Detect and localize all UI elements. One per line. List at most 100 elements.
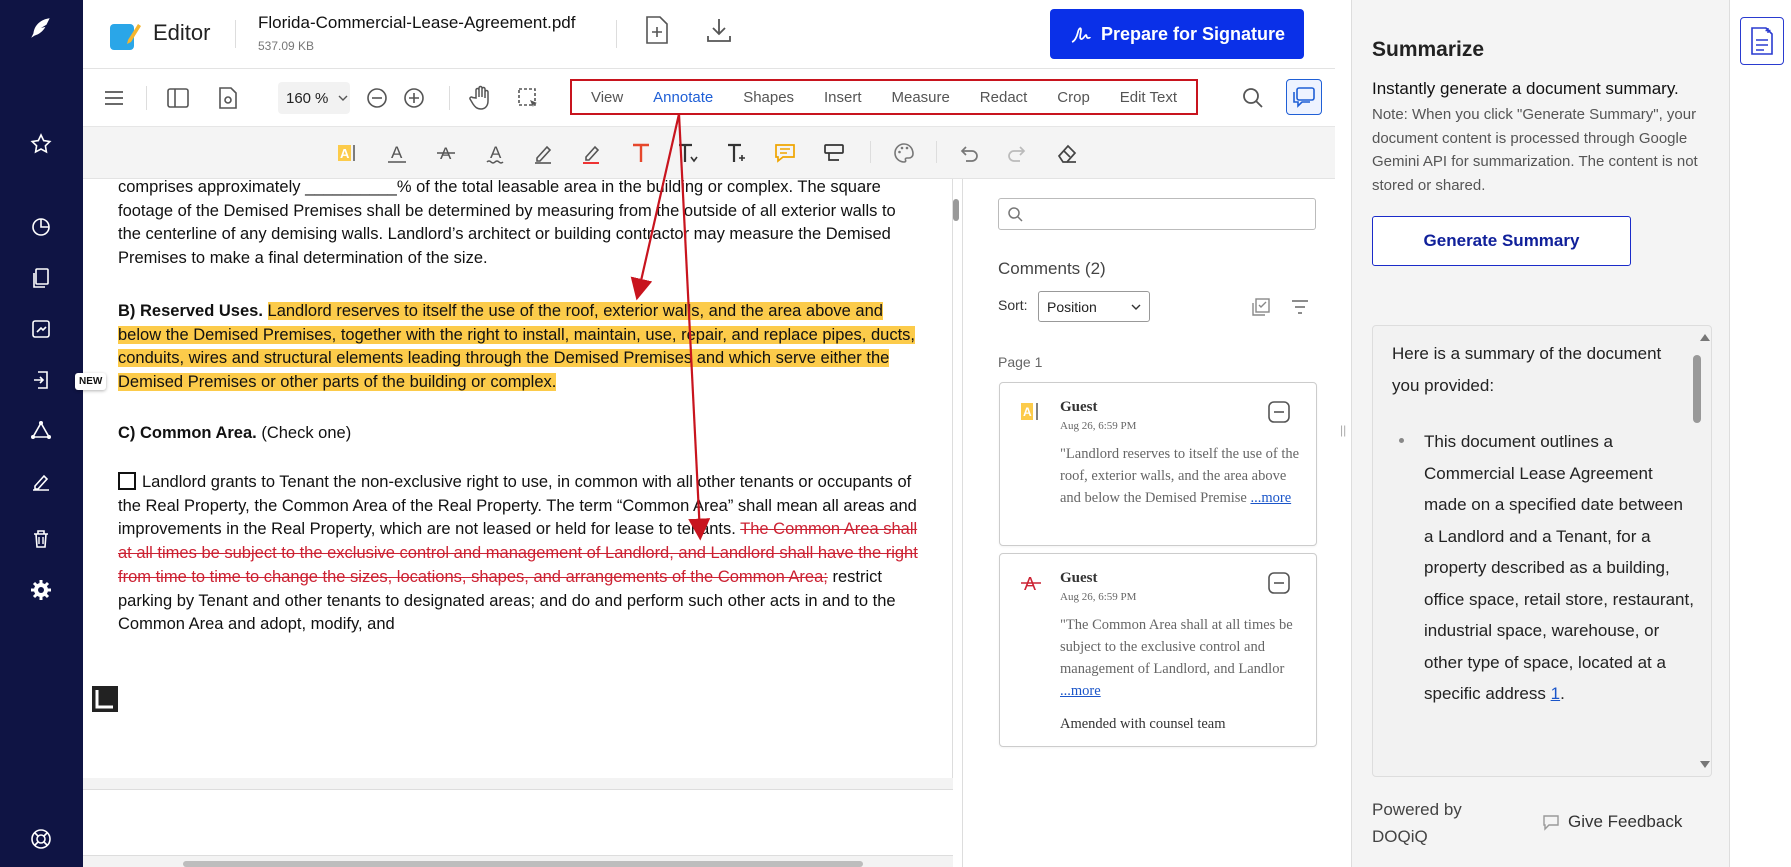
page-label: Page 1 — [998, 354, 1043, 370]
tab-annotate[interactable]: Annotate — [653, 89, 713, 106]
highlight-annotation-icon: A — [1020, 401, 1040, 423]
comment-author: Guest — [1060, 399, 1098, 415]
tab-shapes[interactable]: Shapes — [743, 89, 794, 106]
doc-marker-icon — [92, 686, 118, 712]
comment-text: "Landlord reserves to itself the use of … — [1060, 443, 1300, 509]
prepare-for-signature-button[interactable]: Prepare for Signature — [1050, 9, 1304, 59]
tab-measure[interactable]: Measure — [891, 89, 949, 106]
more-link[interactable]: ...more — [1060, 683, 1101, 699]
download-icon[interactable] — [705, 16, 733, 44]
give-feedback-link[interactable]: Give Feedback — [1542, 812, 1682, 832]
settings-icon[interactable] — [25, 574, 57, 606]
signature-icon[interactable] — [25, 466, 57, 498]
file-name: Florida-Commercial-Lease-Agreement.pdf — [258, 13, 576, 32]
comment-card[interactable]: A Guest Aug 26, 6:59 PM "Landlord reserv… — [999, 382, 1317, 546]
insert-text-icon[interactable] — [674, 139, 702, 167]
tab-insert[interactable]: Insert — [824, 89, 862, 106]
summary-bullet-text: This document outlines a Commercial Leas… — [1424, 432, 1694, 703]
triangle-share-icon[interactable] — [25, 415, 57, 447]
summary-bullet: This document outlines a Commercial Leas… — [1424, 426, 1694, 710]
comments-toggle-icon[interactable] — [1286, 79, 1322, 115]
highlight-text-icon[interactable]: A — [333, 139, 361, 167]
star-icon[interactable] — [25, 128, 57, 160]
pie-chart-icon[interactable] — [25, 211, 57, 243]
redo-icon[interactable] — [1003, 139, 1031, 167]
comment-card[interactable]: A Guest Aug 26, 6:59 PM "The Common Area… — [999, 553, 1317, 747]
heading-reserved-uses: B) Reserved Uses. — [118, 302, 263, 320]
underline-text-icon[interactable]: A — [383, 139, 411, 167]
header-divider — [616, 20, 617, 48]
collapse-icon[interactable] — [1268, 401, 1290, 423]
freehand-pen-icon[interactable] — [530, 139, 558, 167]
tab-redact[interactable]: Redact — [980, 89, 1028, 106]
search-icon[interactable] — [1239, 84, 1267, 112]
document-viewer[interactable]: comprises approximately __________% of t… — [83, 179, 953, 778]
citation-link[interactable]: 1 — [1551, 684, 1560, 703]
checkbox[interactable] — [118, 472, 136, 490]
toolbar-divider — [936, 141, 937, 163]
logo-feather-icon[interactable] — [25, 12, 57, 44]
free-text-icon[interactable] — [627, 139, 655, 167]
zoom-select[interactable]: 160% — [278, 82, 350, 114]
sidebar-toggle-icon[interactable] — [164, 84, 192, 112]
comment-search-input[interactable] — [998, 198, 1316, 230]
convert-icon[interactable] — [25, 313, 57, 345]
sort-label: Sort: — [998, 297, 1028, 313]
summary-intro: Here is a summary of the document you pr… — [1392, 344, 1662, 395]
summary-output[interactable]: Here is a summary of the document you pr… — [1372, 325, 1712, 777]
feedback-label: Give Feedback — [1568, 812, 1683, 831]
new-file-icon[interactable] — [643, 16, 671, 44]
summarize-tool-icon[interactable] — [1740, 17, 1784, 65]
page-settings-icon[interactable] — [214, 84, 242, 112]
tab-crop[interactable]: Crop — [1057, 89, 1090, 106]
tab-edit-text[interactable]: Edit Text — [1120, 89, 1177, 106]
undo-icon[interactable] — [955, 139, 983, 167]
strikeout-text-icon[interactable]: A — [432, 139, 460, 167]
select-area-icon[interactable] — [514, 84, 542, 112]
zoom-in-icon[interactable] — [400, 84, 428, 112]
exit-doc-icon[interactable] — [25, 364, 57, 396]
toolbar-divider — [146, 86, 147, 110]
panel-resize-handle[interactable]: || — [1340, 423, 1346, 437]
palette-icon[interactable] — [890, 139, 918, 167]
collapse-icon[interactable] — [1268, 572, 1290, 594]
strikeout-annotation-icon: A — [1020, 572, 1042, 594]
comment-author: Guest — [1060, 570, 1098, 586]
zoom-out-icon[interactable] — [363, 84, 391, 112]
document-horizontal-scrollbar[interactable] — [183, 861, 863, 867]
powered-by: Powered by DOQiQ — [1372, 796, 1462, 850]
trash-icon[interactable] — [25, 523, 57, 555]
replace-text-icon[interactable] — [723, 139, 751, 167]
filter-icon[interactable] — [1290, 297, 1310, 317]
comment-date: Aug 26, 6:59 PM — [1060, 420, 1137, 432]
comment-excerpt: "The Common Area shall at all times be s… — [1060, 617, 1293, 677]
main-toolbar: 160% View Annotate Shapes Insert Measure… — [83, 69, 1335, 127]
scroll-down-icon[interactable] — [1699, 760, 1711, 770]
hamburger-menu-icon[interactable] — [100, 84, 128, 112]
document-vertical-scrollbar[interactable] — [953, 199, 959, 221]
comment-text: "The Common Area shall at all times be s… — [1060, 614, 1300, 702]
more-link[interactable]: ...more — [1250, 490, 1291, 506]
summary-scrollbar[interactable] — [1693, 355, 1701, 423]
documents-icon[interactable] — [25, 262, 57, 294]
tab-view[interactable]: View — [591, 89, 623, 106]
freehand-highlighter-icon[interactable] — [578, 139, 606, 167]
right-tool-rail — [1729, 0, 1791, 867]
tool-tabs: View Annotate Shapes Insert Measure Reda… — [570, 79, 1198, 115]
sort-select[interactable]: Position — [1038, 291, 1150, 322]
squiggly-text-icon[interactable]: A — [482, 139, 510, 167]
eraser-icon[interactable] — [1053, 139, 1081, 167]
scroll-up-icon[interactable] — [1699, 332, 1711, 342]
paragraph-reserved-uses: B) Reserved Uses. Landlord reserves to i… — [118, 300, 918, 395]
annotate-toolbar: A A A A — [83, 127, 1335, 179]
paragraph-common-area-heading: C) Common Area. (Check one) — [118, 422, 918, 446]
check-one-text: (Check one) — [256, 424, 352, 442]
toolbar-divider — [449, 86, 450, 110]
mark-all-read-icon[interactable] — [1251, 297, 1271, 317]
generate-summary-button[interactable]: Generate Summary — [1372, 216, 1631, 266]
pan-hand-icon[interactable] — [467, 84, 495, 112]
help-icon[interactable] — [25, 823, 57, 855]
comment-note-icon[interactable] — [771, 139, 799, 167]
file-size: 537.09 KB — [258, 39, 315, 53]
callout-icon[interactable] — [820, 139, 848, 167]
